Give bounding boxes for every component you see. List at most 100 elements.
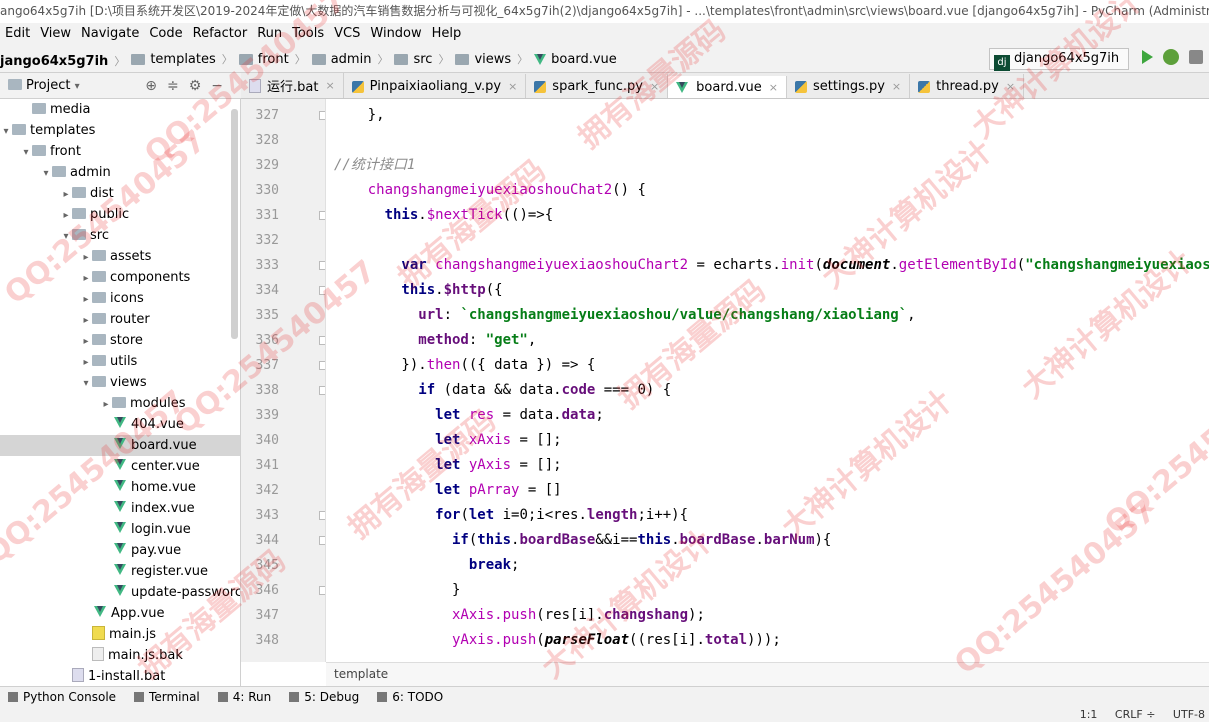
tree-item-media[interactable]: media — [0, 99, 240, 120]
chevron-right-icon[interactable]: ▸ — [80, 310, 92, 331]
chevron-down-icon[interactable]: ▾ — [40, 163, 52, 184]
fold-marker-icon[interactable] — [319, 536, 325, 545]
fold-marker-icon[interactable] — [319, 586, 325, 595]
code-editor[interactable]: },//统计接口1 changshangmeiyuexiaoshouChat2(… — [326, 99, 1209, 662]
chevron-down-icon[interactable]: ▾ — [0, 121, 12, 142]
chevron-right-icon[interactable]: ▸ — [80, 289, 92, 310]
nav-crumb-views[interactable]: views 〉 — [455, 45, 528, 72]
run-icon[interactable] — [1142, 50, 1153, 64]
tree-item-router[interactable]: ▸ router — [0, 309, 240, 331]
tree-item-icons[interactable]: ▸ icons — [0, 288, 240, 310]
tree-item-public[interactable]: ▸ public — [0, 204, 240, 226]
nav-crumb-templates[interactable]: templates 〉 — [131, 45, 233, 72]
tree-item-center-vue[interactable]: center.vue — [0, 456, 240, 477]
tool-6-todo[interactable]: 6: TODO — [369, 687, 453, 707]
close-icon[interactable]: × — [650, 80, 659, 93]
tree-item-front[interactable]: ▾ front — [0, 141, 240, 163]
fold-marker-icon[interactable] — [319, 211, 325, 220]
nav-crumb-front[interactable]: front 〉 — [238, 45, 306, 72]
tree-item-404-vue[interactable]: 404.vue — [0, 414, 240, 435]
close-icon[interactable]: × — [1006, 80, 1015, 93]
chevron-right-icon[interactable]: ▸ — [60, 205, 72, 226]
collapse-icon[interactable]: ≑ — [167, 78, 189, 94]
menu-run[interactable]: Run — [252, 23, 287, 45]
run-configuration-select[interactable]: djdjango64x5g7ih ▾ — [989, 48, 1129, 87]
stop-icon[interactable] — [1189, 50, 1203, 64]
tree-item-views[interactable]: ▾ views — [0, 372, 240, 394]
tree-item-utils[interactable]: ▸ utils — [0, 351, 240, 373]
tool-terminal[interactable]: Terminal — [126, 687, 210, 707]
tab-board-vue[interactable]: board.vue × — [668, 76, 787, 98]
tab-pinpaixiaoliang-v-py[interactable]: Pinpaixiaoliang_v.py × — [344, 74, 527, 98]
tree-item-pay-vue[interactable]: pay.vue — [0, 540, 240, 561]
fold-marker-icon[interactable] — [319, 511, 325, 520]
tool-5-debug[interactable]: 5: Debug — [281, 687, 369, 707]
tree-item-login-vue[interactable]: login.vue — [0, 519, 240, 540]
menu-refactor[interactable]: Refactor — [188, 23, 253, 45]
tree-item-store[interactable]: ▸ store — [0, 330, 240, 352]
chevron-right-icon[interactable]: ▸ — [80, 331, 92, 352]
tree-item-modules[interactable]: ▸ modules — [0, 393, 240, 415]
tree-item-admin[interactable]: ▾ admin — [0, 162, 240, 184]
chevron-down-icon[interactable]: ▾ — [80, 373, 92, 394]
tree-item-src[interactable]: ▾ src — [0, 225, 240, 247]
tree-item-1-install-bat[interactable]: 1-install.bat — [0, 666, 240, 686]
fold-marker-icon[interactable] — [319, 261, 325, 270]
nav-crumb-project[interactable]: jango64x5g7ih 〉 — [0, 47, 125, 72]
project-panel-title[interactable]: Project — [26, 78, 70, 93]
menu-tools[interactable]: Tools — [287, 23, 329, 45]
caret-position[interactable]: 1:1 — [1080, 708, 1098, 721]
tool-4-run[interactable]: 4: Run — [210, 687, 282, 707]
debug-icon[interactable] — [1163, 49, 1179, 65]
line-separator[interactable]: CRLF ÷ — [1115, 708, 1156, 721]
tab-spark-func-py[interactable]: spark_func.py × — [526, 74, 669, 98]
close-icon[interactable]: × — [769, 81, 778, 94]
tree-item-templates[interactable]: ▾ templates — [0, 120, 240, 142]
nav-crumb-file[interactable]: board.vue — [534, 45, 617, 72]
menu-help[interactable]: Help — [427, 23, 467, 45]
tree-item-components[interactable]: ▸ components — [0, 267, 240, 289]
tree-item-main-js[interactable]: main.js — [0, 624, 240, 645]
tree-item-assets[interactable]: ▸ assets — [0, 246, 240, 268]
close-icon[interactable]: × — [508, 80, 517, 93]
menu-navigate[interactable]: Navigate — [76, 23, 144, 45]
tree-item-board-vue[interactable]: board.vue — [0, 435, 240, 456]
menu-window[interactable]: Window — [365, 23, 426, 45]
fold-marker-icon[interactable] — [319, 361, 325, 370]
gear-icon[interactable]: ⚙ — [189, 78, 212, 94]
tree-item-dist[interactable]: ▸ dist — [0, 183, 240, 205]
tool-python-console[interactable]: Python Console — [0, 687, 126, 707]
menu-vcs[interactable]: VCS — [329, 23, 365, 45]
chevron-right-icon[interactable]: ▸ — [100, 394, 112, 415]
menu-edit[interactable]: Edit — [0, 23, 35, 45]
chevron-right-icon[interactable]: ▸ — [80, 247, 92, 268]
nav-crumb-admin[interactable]: admin 〉 — [311, 45, 388, 72]
fold-marker-icon[interactable] — [319, 286, 325, 295]
menu-code[interactable]: Code — [144, 23, 187, 45]
tree-item-main-js-bak[interactable]: main.js.bak — [0, 645, 240, 666]
tree-item-app-vue[interactable]: App.vue — [0, 603, 240, 624]
close-icon[interactable]: × — [325, 79, 334, 92]
tree-item-home-vue[interactable]: home.vue — [0, 477, 240, 498]
fold-marker-icon[interactable] — [319, 336, 325, 345]
chevron-right-icon[interactable]: ▸ — [60, 184, 72, 205]
chevron-right-icon[interactable]: ▸ — [80, 268, 92, 289]
chevron-down-icon[interactable]: ▾ — [60, 226, 72, 247]
tree-item-index-vue[interactable]: index.vue — [0, 498, 240, 519]
tab--bat[interactable]: 运行.bat × — [241, 73, 344, 98]
code-breadcrumb[interactable]: template — [326, 662, 1209, 686]
tree-item-register-vue[interactable]: register.vue — [0, 561, 240, 582]
tree-item-update-passworc[interactable]: update-passworc — [0, 582, 240, 603]
chevron-down-icon[interactable]: ▾ — [75, 81, 80, 92]
tab-thread-py[interactable]: thread.py × — [910, 74, 1025, 98]
fold-marker-icon[interactable] — [319, 111, 325, 120]
tab-settings-py[interactable]: settings.py × — [787, 74, 911, 98]
fold-marker-icon[interactable] — [319, 386, 325, 395]
target-icon[interactable]: ⊕ — [145, 78, 167, 94]
close-icon[interactable]: × — [892, 80, 901, 93]
menu-view[interactable]: View — [35, 23, 76, 45]
minimize-icon[interactable]: − — [211, 78, 233, 94]
chevron-down-icon[interactable]: ▾ — [20, 142, 32, 163]
file-encoding[interactable]: UTF-8 — [1173, 708, 1205, 721]
chevron-right-icon[interactable]: ▸ — [80, 352, 92, 373]
